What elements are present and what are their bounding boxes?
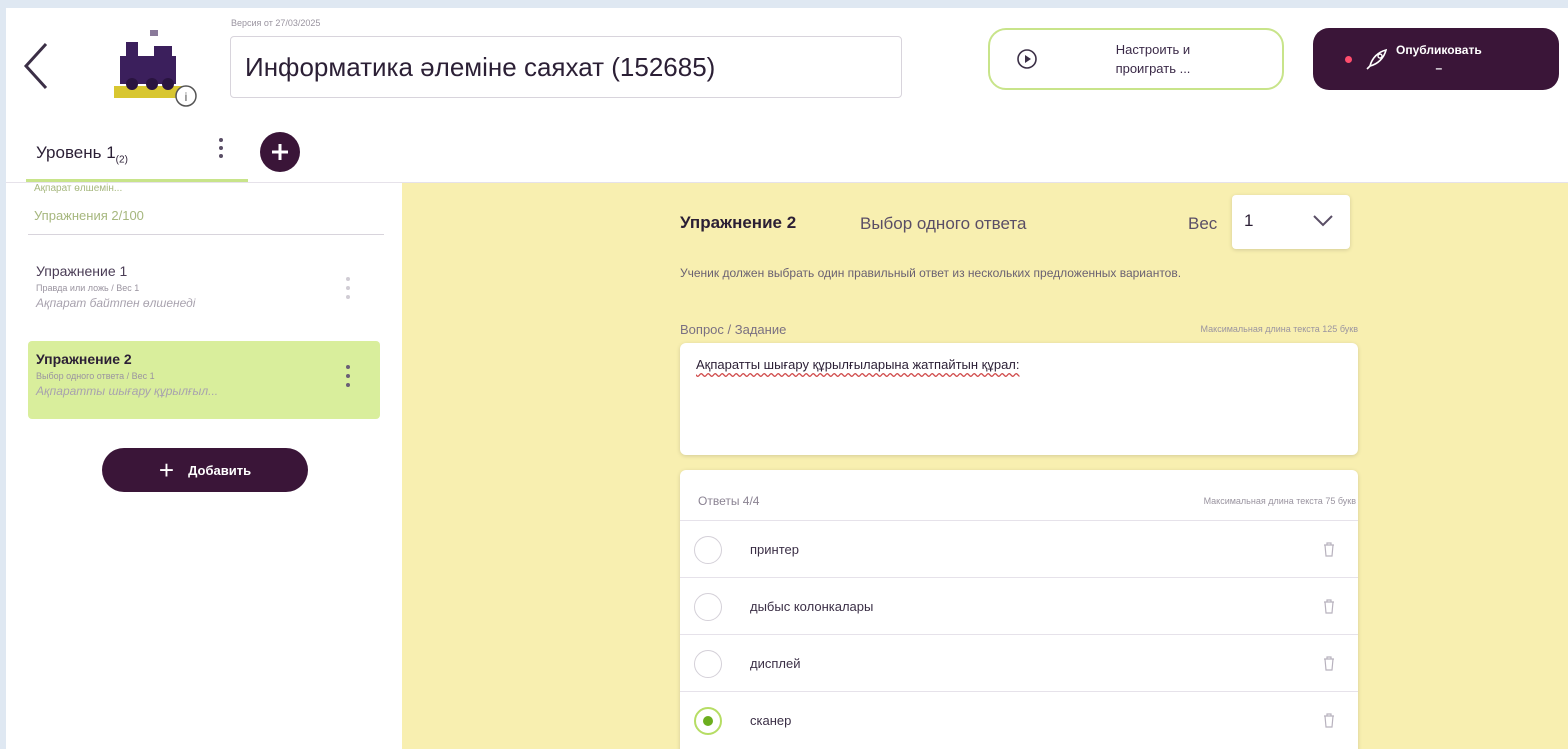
level-tab-label: Уровень 1(2) <box>36 143 128 166</box>
weight-label: Вес <box>1188 214 1218 233</box>
exercise-editor: Упражнение 2 Выбор одного ответа Вес 1 У… <box>402 183 1568 749</box>
publish-button[interactable]: Опубликовать – <box>1313 28 1559 90</box>
trash-icon[interactable] <box>1322 655 1336 671</box>
plus-icon: + <box>158 455 175 485</box>
answer-radio[interactable] <box>694 536 722 564</box>
question-max-length: Максимальная длина текста 125 букв <box>1200 324 1358 334</box>
weight-select[interactable]: 1 <box>1232 195 1350 249</box>
sidebar-item-exercise-2[interactable]: Упражнение 2 Выбор одного ответа / Вес 1… <box>28 341 380 419</box>
exercise-title: Упражнение 1 <box>36 263 128 279</box>
divider <box>28 234 384 235</box>
status-dot <box>1345 55 1352 63</box>
answer-row: принтер <box>680 520 1358 577</box>
exercise-meta: Правда или ложь / Вес 1 <box>36 283 140 293</box>
sidebar-cut-text: Ақпарат өлшемін... <box>34 183 123 194</box>
question-text: Ақпаратты шығару құрылғыларына жатпайтын… <box>696 357 1020 372</box>
configure-play-label: Настроить и проиграть ... <box>1115 42 1191 76</box>
add-exercise-button[interactable]: + Добавить <box>102 448 308 492</box>
exercise-preview: Ақпаратты шығару құрылғыл... <box>36 384 219 398</box>
answer-text[interactable]: дисплей <box>750 656 800 671</box>
weight-value: 1 <box>1244 211 1254 230</box>
answer-row: дыбыс колонкалары <box>680 577 1358 634</box>
answers-max-length: Максимальная длина текста 75 букв <box>1203 496 1356 506</box>
svg-text:i: i <box>185 90 188 104</box>
level-menu-icon[interactable] <box>216 136 226 160</box>
project-title-field[interactable]: Информатика әлеміне саяхат (152685) <box>230 36 902 98</box>
kebab-menu-icon[interactable] <box>344 363 352 389</box>
answer-text[interactable]: дыбыс колонкалары <box>750 599 873 614</box>
answer-text[interactable]: сканер <box>750 713 791 728</box>
exercise-title: Упражнение 2 <box>36 351 132 367</box>
answer-radio[interactable] <box>694 593 722 621</box>
answer-radio-selected[interactable] <box>694 707 722 735</box>
app-window: i Версия от 27/03/2025 Информатика әлемі… <box>6 8 1568 749</box>
configure-play-button[interactable]: Настроить и проиграть ... <box>988 28 1284 90</box>
play-icon <box>1017 49 1037 69</box>
exercise-meta: Выбор одного ответа / Вес 1 <box>36 371 155 381</box>
exercise-heading: Упражнение 2 <box>680 213 797 232</box>
version-text: Версия от 27/03/2025 <box>231 18 321 28</box>
rocket-icon <box>1366 48 1388 70</box>
answer-row: сканер <box>680 691 1358 748</box>
exercise-count: Упражнения 2/100 <box>34 208 144 223</box>
chevron-down-icon <box>1313 215 1333 227</box>
sidebar: Ақпарат өлшемін... Упражнения 2/100 Упра… <box>6 183 402 749</box>
answer-radio[interactable] <box>694 650 722 678</box>
sidebar-item-exercise-1[interactable]: Упражнение 1 Правда или ложь / Вес 1 Ақп… <box>28 253 380 331</box>
publish-label: Опубликовать – <box>1396 41 1482 77</box>
publish-label-text: Опубликовать <box>1396 43 1482 57</box>
exercise-preview: Ақпарат байтпен өлшенеді <box>36 296 196 310</box>
trash-icon[interactable] <box>1322 712 1336 728</box>
question-input[interactable]: Ақпаратты шығару құрылғыларына жатпайтын… <box>680 343 1358 455</box>
plus-icon <box>272 144 288 160</box>
answers-panel: Ответы 4/4 Максимальная длина текста 75 … <box>680 470 1358 749</box>
train-logo-icon: i <box>106 26 206 108</box>
answer-row: дисплей <box>680 634 1358 691</box>
kebab-menu-icon[interactable] <box>344 275 352 301</box>
exercise-type: Выбор одного ответа <box>860 214 1027 233</box>
trash-icon[interactable] <box>1322 598 1336 614</box>
answers-header: Ответы 4/4 <box>698 494 760 508</box>
back-icon[interactable] <box>16 36 56 96</box>
tab-level-1[interactable]: Уровень 1(2) <box>26 126 248 182</box>
add-exercise-label: Добавить <box>188 462 252 478</box>
exercise-description: Ученик должен выбрать один правильный от… <box>680 266 1182 280</box>
answer-text[interactable]: принтер <box>750 542 799 557</box>
add-level-button[interactable] <box>260 132 300 172</box>
publish-label-sub: – <box>1435 61 1443 75</box>
question-label: Вопрос / Задание <box>680 322 787 337</box>
trash-icon[interactable] <box>1322 541 1336 557</box>
